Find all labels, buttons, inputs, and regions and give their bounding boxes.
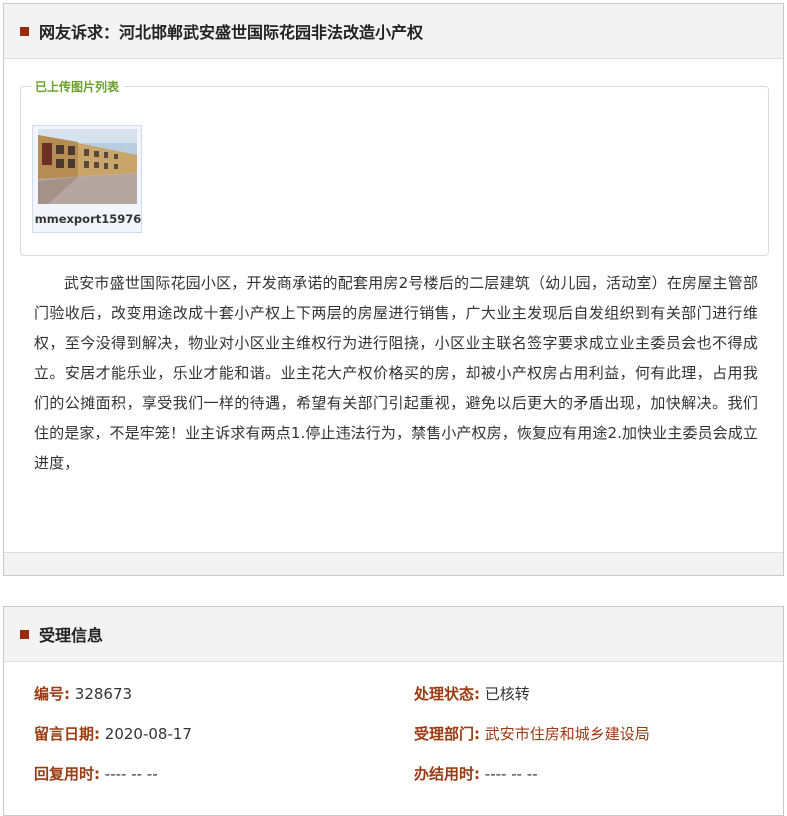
reply-time-label: 回复用时: [34,765,100,783]
finish-time-value: ---- -- -- [484,765,538,783]
date-value: 2020-08-17 [104,725,192,743]
info-reply-time: 回复用时: ---- -- -- [34,763,158,784]
complaint-panel: 网友诉求：河北邯郸武安盛世国际花园非法改造小产权 已上传图片列表 mmexpor… [3,3,784,576]
complaint-body: 武安市盛世国际花园小区，开发商承诺的配套用房2号楼后的二层建筑（幼儿园，活动室）… [34,274,758,472]
complaint-title: 网友诉求：河北邯郸武安盛世国际花园非法改造小产权 [39,23,424,42]
complaint-footer [4,552,783,575]
acceptance-header: 受理信息 [4,607,783,662]
header-square-icon [20,629,29,639]
info-date: 留言日期: 2020-08-17 [34,723,192,744]
image-thumbnail[interactable]: mmexport15976 [32,125,142,233]
complaint-header: 网友诉求：河北邯郸武安盛世国际花园非法改造小产权 [4,4,783,59]
dept-value[interactable]: 武安市住房和城乡建设局 [485,725,650,743]
info-status: 处理状态: 已核转 [414,683,530,704]
info-id: 编号: 328673 [34,683,132,704]
info-dept: 受理部门: 武安市住房和城乡建设局 [414,723,650,744]
id-value: 328673 [74,685,133,703]
finish-time-label: 办结用时: [414,765,480,783]
id-label: 编号: [34,685,70,703]
date-label: 留言日期: [34,725,100,743]
building-photo[interactable] [38,129,137,204]
uploaded-images-group: 已上传图片列表 mmexport15976 [20,78,769,256]
dept-label: 受理部门: [414,725,480,743]
status-label: 处理状态: [414,685,480,703]
header-square-icon [20,26,29,36]
image-caption[interactable]: mmexport15976 [33,212,143,226]
acceptance-title: 受理信息 [39,626,104,645]
acceptance-panel: 受理信息 编号: 328673 处理状态: 已核转 留言日期: 2020-08-… [3,606,784,816]
info-finish-time: 办结用时: ---- -- -- [414,763,538,784]
uploaded-images-legend: 已上传图片列表 [31,78,124,95]
reply-time-value: ---- -- -- [104,765,158,783]
status-value: 已核转 [484,685,530,703]
